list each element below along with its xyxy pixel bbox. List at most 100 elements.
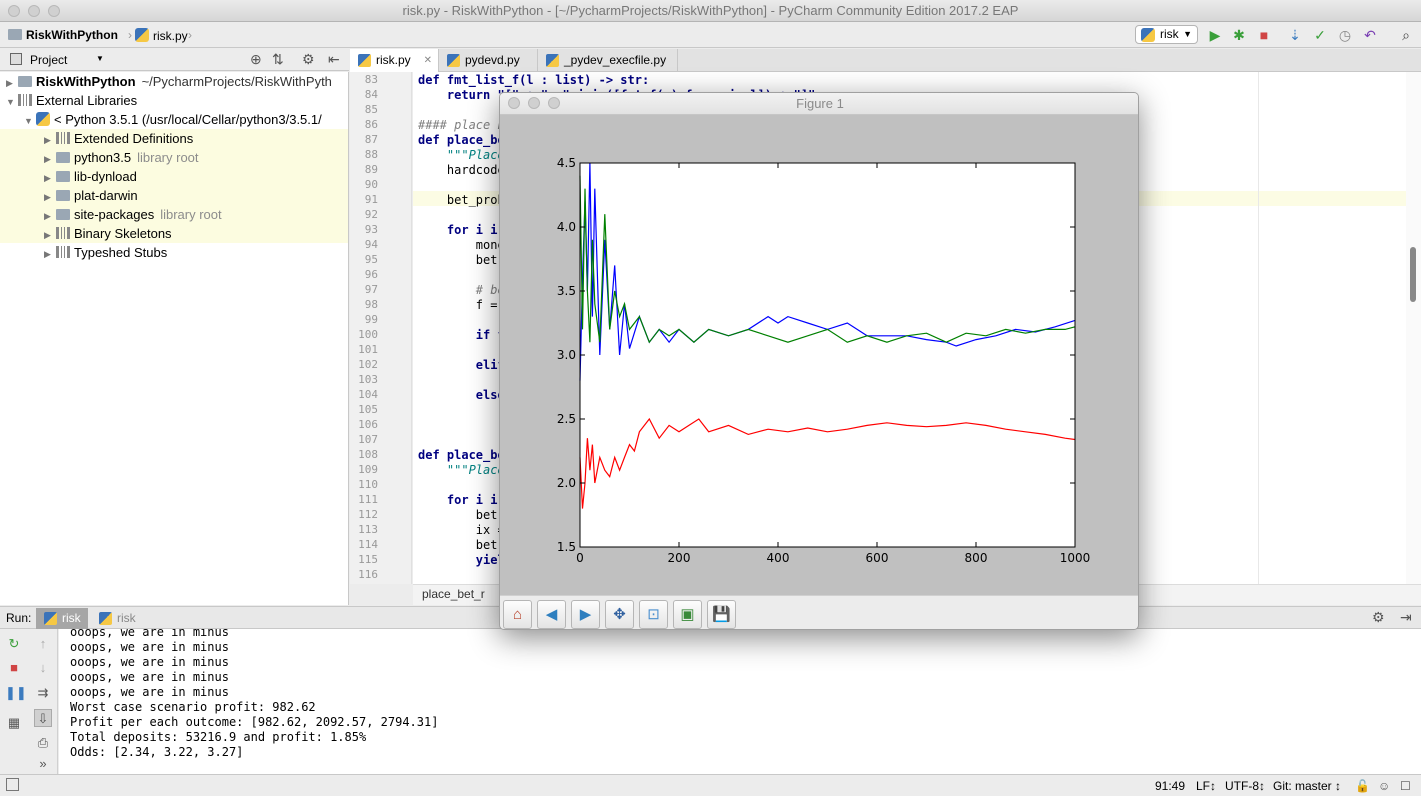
tree-item-project-root[interactable]: ▶ RiskWithPython ~/PycharmProjects/RiskWit… [0,72,348,91]
scroll-from-source-icon[interactable]: ⊕ [250,51,262,68]
code-line[interactable]: hardcode [418,163,505,178]
scroll-down-icon[interactable]: ↓ [34,659,52,677]
code-line[interactable]: ix = [418,523,505,538]
print-icon[interactable]: ⎙ [34,734,52,752]
debug-icon[interactable]: ✱ [1230,26,1248,44]
event-log-icon[interactable]: ☐ [1400,779,1411,793]
scroll-to-end-icon[interactable]: ⇩ [34,709,52,727]
home-icon[interactable]: ⌂ [503,600,532,629]
expand-arrow-icon[interactable]: ▶ [44,188,56,205]
code-line[interactable]: if f [418,328,505,343]
code-line[interactable]: # be [418,283,505,298]
run-icon[interactable]: ▶ [1206,26,1224,44]
tree-item-python-sdk[interactable]: ▼ < Python 3.5.1 (/usr/local/Cellar/pytho… [0,110,348,129]
back-icon[interactable]: ◀ [537,600,566,629]
project-crumb[interactable]: RiskWithPython [8,28,118,42]
line-separator[interactable]: LF↕ [1196,779,1216,793]
code-line[interactable]: def place_be [418,448,505,463]
code-line[interactable]: bet [418,253,498,268]
layout-icon[interactable]: ▦ [5,714,23,732]
tree-item-lib-dynload[interactable]: ▶ lib-dynload [0,167,348,186]
file-crumb[interactable]: risk.py [135,28,188,43]
code-line[interactable]: """Place [418,148,505,163]
code-line[interactable]: f = [418,298,498,313]
file-encoding[interactable]: UTF-8↕ [1225,779,1265,793]
soft-wrap-icon[interactable]: ⇉ [34,684,52,702]
minimize-figure-button[interactable] [528,97,540,109]
zoom-window-button[interactable] [48,5,60,17]
code-line[interactable]: for i ir [418,223,505,238]
tree-item-typeshed-stubs[interactable]: ▶ Typeshed Stubs [0,243,348,262]
tab-pydev-execfile-py[interactable]: _pydev_execfile.py [538,49,678,72]
gear-icon[interactable]: ⚙ [302,51,315,68]
close-window-button[interactable] [8,5,20,17]
tree-item-binary-skeletons[interactable]: ▶ Binary Skeletons [0,224,348,243]
scroll-up-icon[interactable]: ↑ [34,635,52,653]
code-breadcrumb[interactable]: place_bet_r [422,587,485,601]
expand-arrow-icon[interactable]: ▶ [44,169,56,186]
expand-arrow-icon[interactable]: ▶ [44,226,56,243]
pan-icon[interactable]: ✥ [605,600,634,629]
zoom-rect-icon[interactable]: ⊡ [639,600,668,629]
caret-position[interactable]: 91:49 [1155,779,1185,793]
line-number-gutter[interactable]: 83 84 85 86 87 88 89 90 91 92 93 94 95 96 97 98 99 100 101… [350,72,412,584]
rerun-icon[interactable]: ↻ [5,635,23,653]
tree-item-plat-darwin[interactable]: ▶ plat-darwin [0,186,348,205]
run-configuration-select[interactable]: risk ▼ [1135,25,1198,44]
code-line[interactable]: #### place b [418,118,505,133]
run-console-output[interactable]: ooops, we are in minus ooops, we are in m… [59,629,1421,774]
code-line[interactable]: def place_be [418,133,505,148]
lock-icon[interactable]: 🔓 [1355,779,1370,793]
code-line[interactable]: elif [418,358,505,373]
code-line[interactable]: def fmt_list_f(l : list) -> str: [418,73,649,88]
run-tab-risk[interactable]: risk [91,608,143,629]
tab-pydevd-py[interactable]: pydevd.py [439,49,538,72]
code-line[interactable]: """Place [418,463,505,478]
zoom-figure-button[interactable] [548,97,560,109]
pause-icon[interactable]: ❚❚ [5,684,27,702]
close-tab-icon[interactable]: ✕ [424,49,432,72]
configure-subplots-icon[interactable]: ▣ [673,600,702,629]
dropdown-arrow-icon[interactable]: ▼ [96,54,104,63]
code-line[interactable]: for i ir [418,493,505,508]
tree-item-site-packages[interactable]: ▶ site-packages library root [0,205,348,224]
forward-icon[interactable]: ▶ [571,600,600,629]
hide-panel-icon[interactable]: ⇥ [1400,609,1412,626]
expand-arrow-icon[interactable]: ▶ [44,245,56,262]
close-figure-button[interactable] [508,97,520,109]
vcs-commit-icon[interactable]: ✓ [1311,26,1329,44]
tool-windows-icon[interactable] [6,778,19,791]
code-line[interactable]: bet [418,538,498,553]
expand-arrow-icon[interactable]: ▶ [6,74,18,91]
tree-item-external-libraries[interactable]: ▼ External Libraries [0,91,348,110]
code-line[interactable]: bet_prob [418,193,505,208]
tab-risk-py[interactable]: risk.py ✕ [350,49,439,72]
code-line[interactable]: else [418,388,505,403]
hide-panel-icon[interactable]: ⇤ [328,51,340,68]
stop-icon[interactable]: ■ [5,659,23,677]
save-icon[interactable]: 💾 [707,600,736,629]
stop-icon[interactable]: ■ [1255,26,1273,44]
expand-arrow-icon[interactable]: ▶ [44,207,56,224]
git-branch[interactable]: Git: master ↕ [1273,779,1341,793]
minimize-window-button[interactable] [28,5,40,17]
vcs-update-icon[interactable]: ⇣ [1286,26,1304,44]
tree-item-extended-definitions[interactable]: ▶ Extended Definitions [0,129,348,148]
collapse-arrow-icon[interactable]: ▼ [24,112,36,129]
inspector-icon[interactable]: ☺ [1378,779,1390,793]
figure-window[interactable]: Figure 1 0 200 400 600 800 1000 1.5 2.0 2.5 3.0 3.… [499,92,1139,630]
editor-scrollbar[interactable] [1406,72,1421,584]
code-line[interactable]: bet [418,508,498,523]
vcs-history-icon[interactable]: ◷ [1336,26,1354,44]
revert-icon[interactable]: ↶ [1361,26,1379,44]
run-tab-risk-active[interactable]: risk [36,608,88,629]
gear-icon[interactable]: ⚙ [1372,609,1385,626]
project-view-select[interactable]: Project [30,53,67,67]
expand-arrow-icon[interactable]: ▶ [44,150,56,167]
line-chart[interactable]: 0 200 400 600 800 1000 1.5 2.0 2.5 3.0 3.5 4.0 4.5 [500,116,1139,595]
scrollbar-thumb[interactable] [1410,247,1416,302]
code-line[interactable]: yiel [418,553,505,568]
collapse-all-icon[interactable]: ⇅ [272,51,284,68]
tree-item-python35[interactable]: ▶ python3.5 library root [0,148,348,167]
code-line[interactable]: mone [418,238,505,253]
